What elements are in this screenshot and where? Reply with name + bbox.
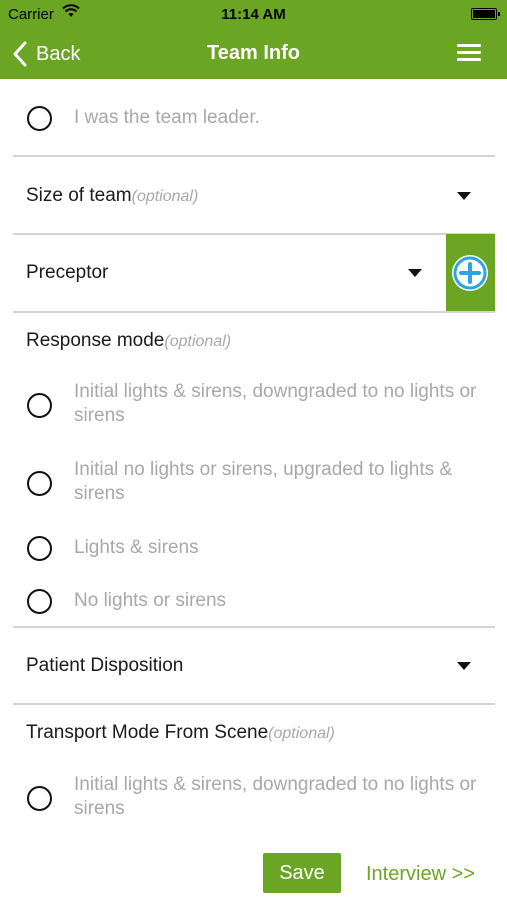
back-button[interactable]: Back [12,40,80,68]
transport-mode-label: Transport Mode From Scene(optional) [26,722,335,743]
add-circle-icon [453,256,487,290]
size-of-team-label: Size of team(optional) [26,185,199,206]
add-preceptor-button[interactable] [446,234,495,311]
interview-link[interactable]: Interview >> [366,863,475,886]
save-button[interactable]: Save [263,853,341,893]
response-mode-radio-4[interactable] [27,589,52,614]
transport-mode-option-1: Initial lights & sirens, downgraded to n… [74,774,477,819]
team-leader-label: I was the team leader. [74,107,260,128]
caret-down-icon [457,192,471,200]
response-mode-option-4: No lights or sirens [74,590,227,611]
optional-hint: (optional) [131,188,199,205]
divider [13,703,495,705]
caret-down-icon [408,269,422,277]
response-mode-label: Response mode(optional) [26,330,232,351]
preceptor-label: Preceptor [26,262,109,283]
team-leader-radio[interactable] [27,106,52,131]
patient-disposition-label: Patient Disposition [26,655,184,676]
response-mode-radio-3[interactable] [27,536,52,561]
optional-hint: (optional) [268,725,335,742]
response-mode-option-3: Lights & sirens [74,537,199,558]
chevron-left-icon [13,41,27,67]
response-mode-option-1: Initial lights & sirens, downgraded to n… [74,381,477,426]
status-bar: Carrier 11:14 AM [0,0,507,28]
divider [13,311,495,313]
optional-hint: (optional) [164,333,232,350]
response-mode-option-2: Initial no lights or sirens, upgraded to… [74,459,453,504]
status-time: 11:14 AM [221,6,286,23]
transport-mode-radio-1[interactable] [27,786,52,811]
navigation-bar: Back Team Info [0,28,507,79]
response-mode-radio-2[interactable] [27,471,52,496]
back-label: Back [36,42,81,65]
hamburger-menu-icon[interactable] [457,44,481,62]
response-mode-radio-1[interactable] [27,393,52,418]
caret-down-icon [457,662,471,670]
battery-icon [471,8,500,20]
